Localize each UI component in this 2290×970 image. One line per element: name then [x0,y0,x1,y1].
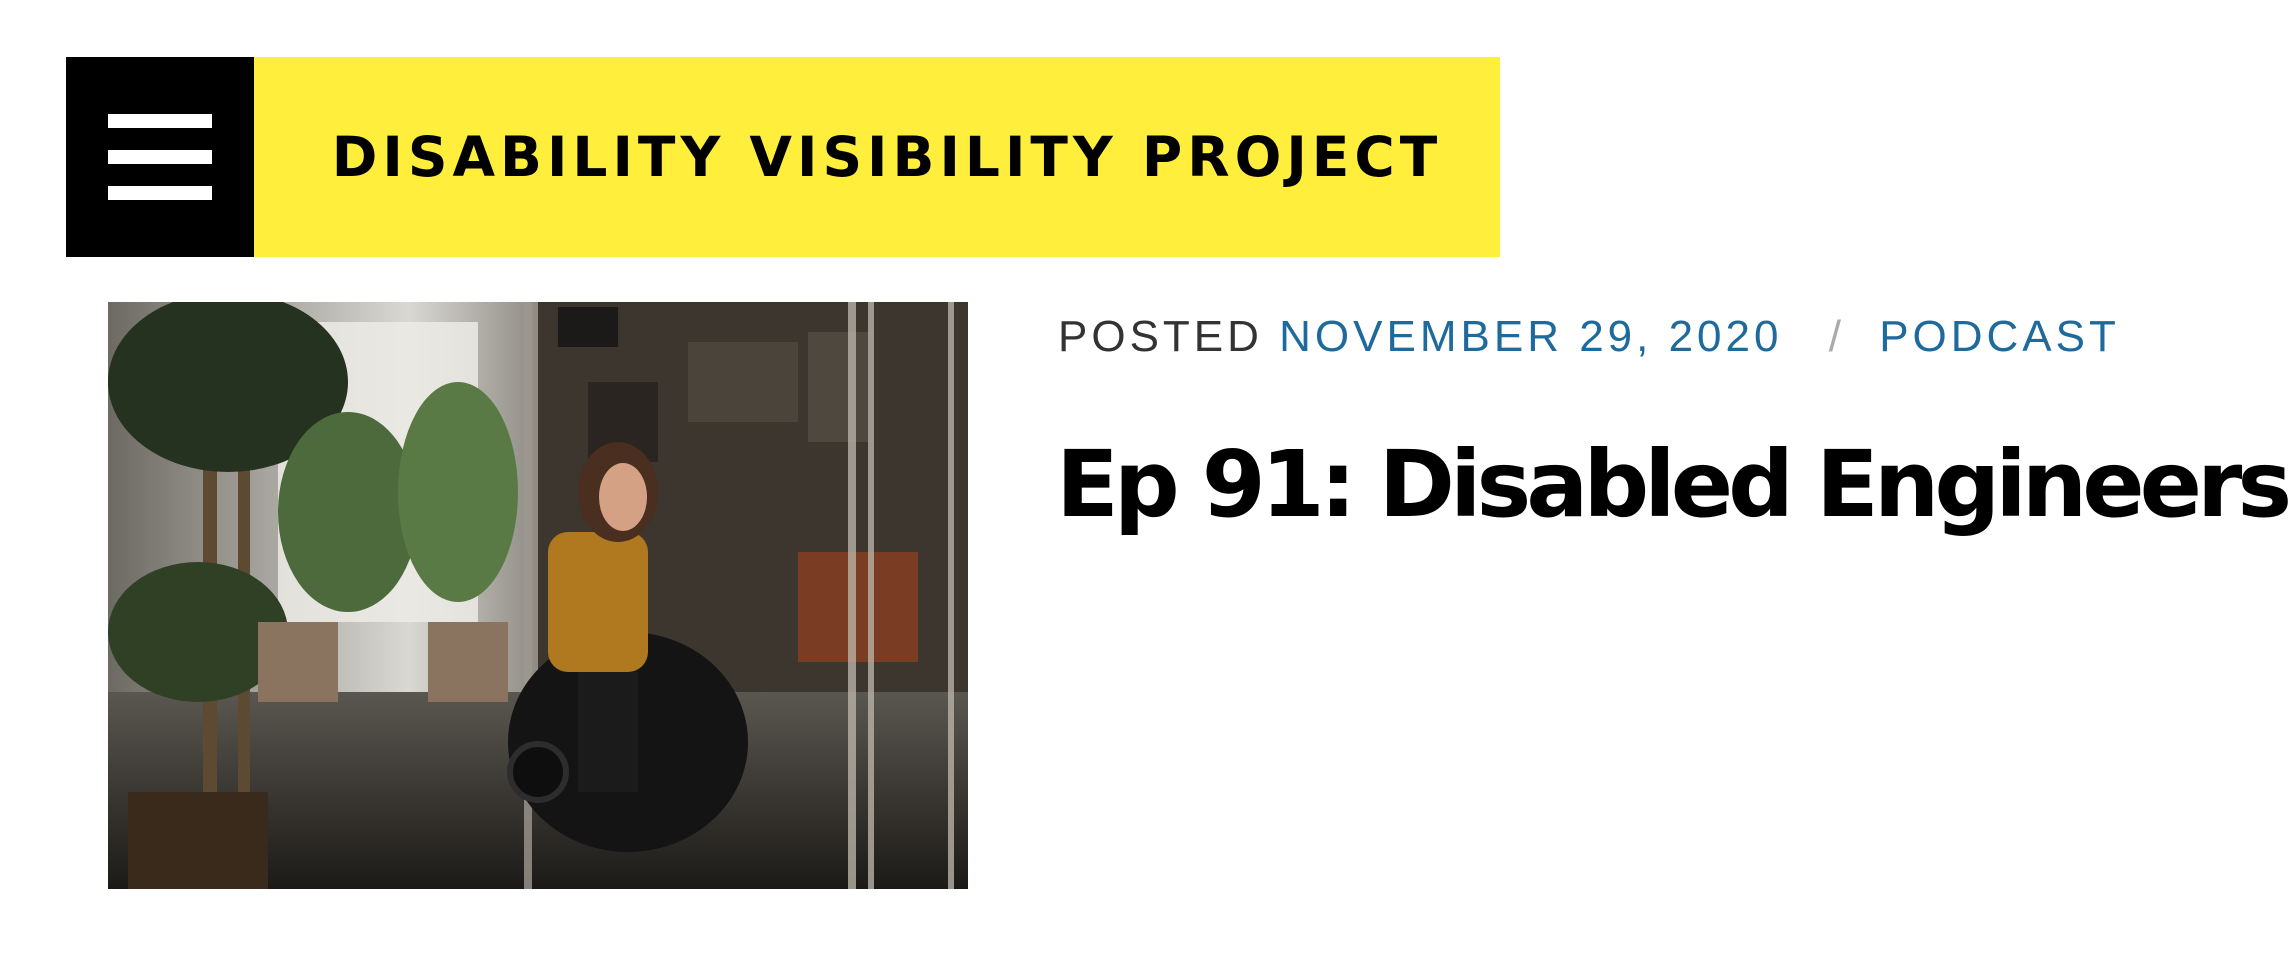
post-title: Ep 91: Disabled Engineers [1056,431,2290,538]
menu-button[interactable] [66,57,254,257]
hamburger-menu-icon-bar [108,186,212,200]
site-title-link[interactable]: DISABILITY VISIBILITY PROJECT [312,125,1443,189]
article-thumbnail[interactable] [108,302,968,889]
meta-separator: / [1828,312,1845,361]
page: DISABILITY VISIBILITY PROJECT POSTED NOV… [0,0,2290,970]
post-date-link[interactable]: NOVEMBER 29, 2020 [1279,312,1782,361]
post-title-link[interactable]: Ep 91: Disabled Engineers [1056,431,2290,538]
meta-prefix: POSTED [1058,312,1263,361]
hamburger-menu-icon-bar [108,150,212,164]
post-meta: POSTED NOVEMBER 29, 2020 / PODCAST [1058,312,2120,362]
hamburger-menu-icon [108,114,212,128]
thumbnail-photo-image [108,302,968,889]
category-link[interactable]: PODCAST [1879,312,2120,361]
site-header: DISABILITY VISIBILITY PROJECT [66,57,1500,257]
brand-bar: DISABILITY VISIBILITY PROJECT [254,57,1500,257]
